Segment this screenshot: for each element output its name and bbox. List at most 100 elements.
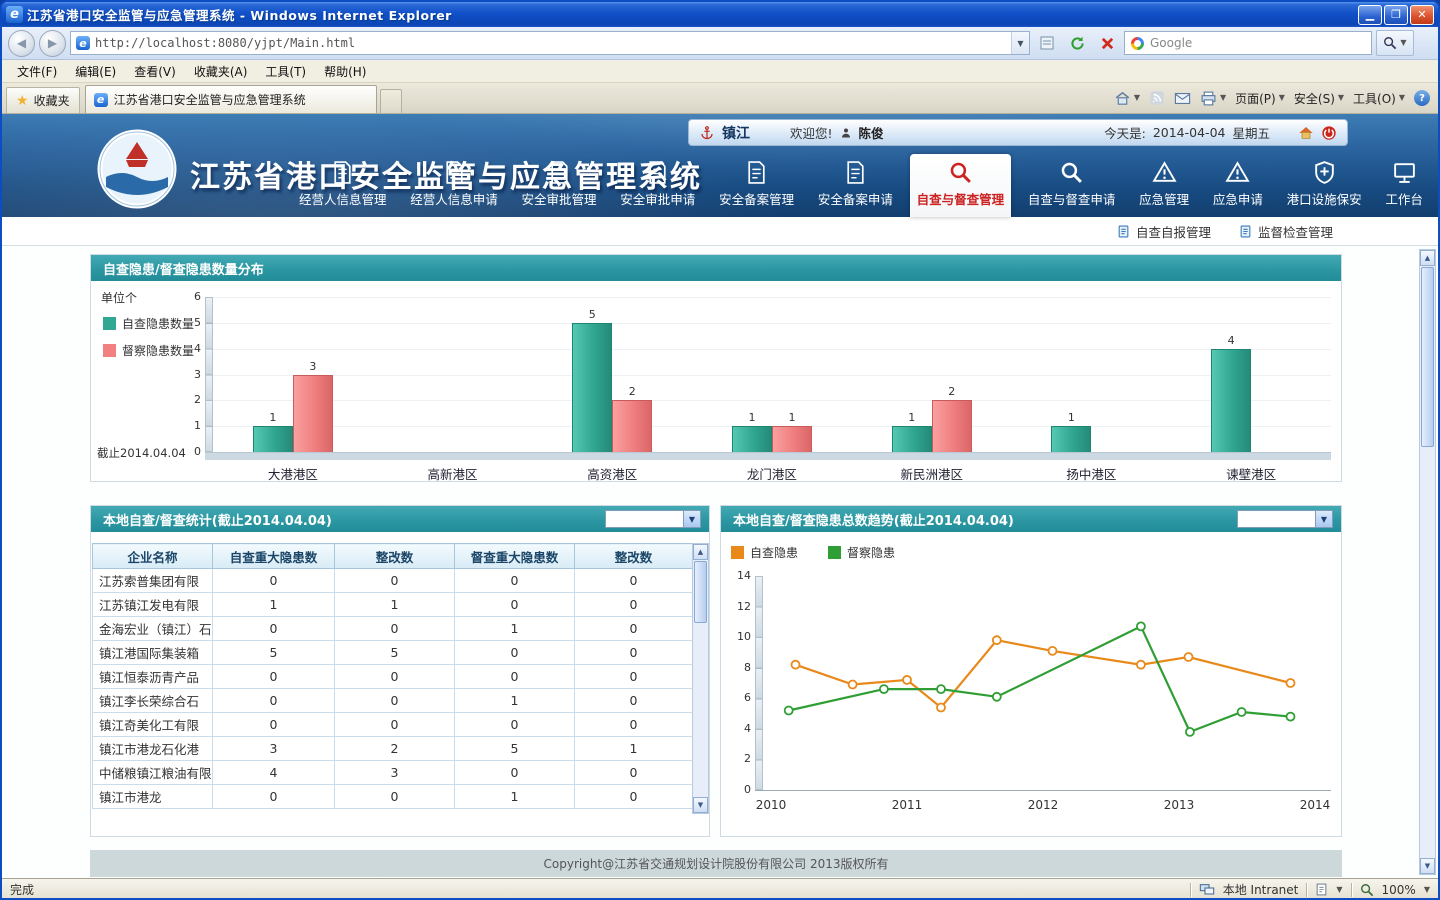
table-header-cell[interactable]: 企业名称 [93,544,213,569]
home-button[interactable]: ▼ [1114,90,1140,107]
table-cell: 0 [213,617,335,641]
nav-item-2[interactable]: 安全审批管理 [515,154,604,217]
table-cell: 镇江奇美化工有限 [93,713,213,737]
feeds-button[interactable] [1149,90,1165,106]
nav-item-7[interactable]: 自查与督查申请 [1021,154,1123,217]
scroll-up-icon[interactable]: ▲ [1420,250,1435,266]
close-button[interactable]: ✕ [1410,5,1434,25]
table-header-cell[interactable]: 督查重大隐患数 [455,544,575,569]
table-header-cell[interactable]: 自查重大隐患数 [213,544,335,569]
chevron-down-icon[interactable]: ▼ [1315,511,1332,527]
menu-item-1[interactable]: 编辑(E) [66,60,125,83]
trend-filter-dropdown[interactable]: ▼ [1237,510,1333,528]
title-bar[interactable]: e 江苏省港口安全监管与应急管理系统 - Windows Internet Ex… [2,2,1438,27]
nav-item-0[interactable]: 经营人信息管理 [292,154,394,217]
compatibility-view-button[interactable] [1034,30,1060,56]
back-button[interactable]: ◀ [8,30,35,57]
menu-item-4[interactable]: 工具(T) [256,60,315,83]
portal-home-icon[interactable] [1298,125,1314,141]
bar-category-label: 谏壁港区 [1171,464,1331,481]
table-row[interactable]: 江苏镇江发电有限1100 [93,593,693,617]
zoom-icon[interactable] [1360,883,1374,897]
scroll-thumb[interactable] [694,561,707,623]
table-cell: 3 [335,761,455,785]
maximize-button[interactable]: ❐ [1384,5,1408,25]
sub-menu-item-1[interactable]: 监督检查管理 [1239,222,1333,241]
table-header-cell[interactable]: 整改数 [335,544,455,569]
address-bar[interactable]: e http://localhost:8080/yjpt/Main.html ▼ [70,31,1030,55]
scroll-down-icon[interactable]: ▼ [1420,858,1435,874]
table-row[interactable]: 镇江奇美化工有限0000 [93,713,693,737]
nav-item-label: 安全备案申请 [818,189,893,208]
page-tab[interactable]: e 江苏省港口安全监管与应急管理系统 [85,85,377,113]
nav-item-11[interactable]: 工作台 [1378,154,1430,217]
x-axis [205,452,1331,460]
minimize-button[interactable]: ▁ [1358,5,1382,25]
command-menu-2[interactable]: 工具(O)▼ [1353,90,1405,107]
command-menu-1[interactable]: 安全(S)▼ [1294,90,1344,107]
nav-item-8[interactable]: 应急管理 [1132,154,1196,217]
menu-item-0[interactable]: 文件(F) [8,60,66,83]
search-button[interactable]: ▼ [1376,30,1414,56]
table-row[interactable]: 金海宏业（镇江）石0010 [93,617,693,641]
chevron-down-icon[interactable]: ▼ [1424,886,1430,894]
logout-power-icon[interactable] [1321,125,1337,141]
table-row[interactable]: 镇江港国际集装箱5500 [93,641,693,665]
search-dropdown-icon[interactable]: ▼ [1400,39,1406,47]
menu-item-2[interactable]: 查看(V) [125,60,185,83]
menu-item-3[interactable]: 收藏夹(A) [185,60,257,83]
table-row[interactable]: 镇江市港龙石化港3251 [93,737,693,761]
url-text[interactable]: http://localhost:8080/yjpt/Main.html [95,36,1006,50]
page-scrollbar[interactable]: ▲ ▼ [1419,249,1436,875]
table-row[interactable]: 江苏索普集团有限0000 [93,569,693,593]
scroll-up-icon[interactable]: ▲ [693,544,708,560]
sub-menu-bar: 自查自报管理 监督检查管理 [2,217,1438,246]
table-row[interactable]: 镇江李长荣综合石0010 [93,689,693,713]
menu-item-5[interactable]: 帮助(H) [315,60,375,83]
nav-item-6[interactable]: 自查与督查管理 [910,154,1012,217]
address-dropdown-icon[interactable]: ▼ [1011,32,1029,54]
table-cell: 1 [213,593,335,617]
forward-button[interactable]: ▶ [39,30,66,57]
y-tick-label: 2 [175,393,201,406]
table-cell: 1 [455,689,575,713]
mail-button[interactable] [1174,90,1191,107]
favorites-button[interactable]: ★ 收藏夹 [6,87,80,113]
table-cell: 中储粮镇江粮油有限 [93,761,213,785]
nav-item-1[interactable]: 经营人信息申请 [403,154,505,217]
nav-item-3[interactable]: 安全审批申请 [613,154,702,217]
scroll-thumb[interactable] [1421,267,1434,447]
print-dropdown-icon[interactable]: ▼ [1220,94,1226,102]
home-dropdown-icon[interactable]: ▼ [1134,94,1140,102]
status-text: 完成 [10,881,34,898]
table-row[interactable]: 镇江市港龙0010 [93,785,693,809]
table-header-cell[interactable]: 整改数 [575,544,693,569]
table-row[interactable]: 镇江恒泰沥青产品0000 [93,665,693,689]
search-box[interactable]: Google [1124,31,1372,55]
refresh-button[interactable] [1064,30,1090,56]
nav-item-9[interactable]: 应急申请 [1206,154,1270,217]
nav-item-5[interactable]: 安全备案申请 [811,154,900,217]
line-panel-title: 本地自查/督查隐患总数趋势(截止2014.04.04) [733,510,1014,529]
print-button[interactable]: ▼ [1200,90,1226,107]
command-menu-0[interactable]: 页面(P)▼ [1235,90,1285,107]
trend-chart-panel: 本地自查/督查隐患总数趋势(截止2014.04.04) ▼ 自查隐患督察隐患02… [720,505,1342,837]
protected-mode-icon[interactable] [1315,883,1328,896]
new-tab-button[interactable] [380,89,402,113]
table-cell: 0 [213,665,335,689]
search-input[interactable]: Google [1150,36,1365,50]
scroll-down-icon[interactable]: ▼ [693,797,708,813]
nav-item-10[interactable]: 港口设施保安 [1280,154,1369,217]
stop-button[interactable] [1094,30,1120,56]
table-scrollbar[interactable]: ▲ ▼ [692,543,709,814]
help-icon[interactable]: ? [1414,90,1430,106]
nav-item-label: 安全审批申请 [620,189,695,208]
chevron-down-icon[interactable]: ▼ [1336,886,1342,894]
sub-menu-item-0[interactable]: 自查自报管理 [1117,222,1211,241]
statistics-filter-dropdown[interactable]: ▼ [605,510,701,528]
nav-item-4[interactable]: 安全备案管理 [712,154,801,217]
y-axis [205,297,213,452]
chevron-down-icon[interactable]: ▼ [683,511,700,527]
zoom-level[interactable]: 100% [1382,883,1416,897]
table-row[interactable]: 中储粮镇江粮油有限4300 [93,761,693,785]
